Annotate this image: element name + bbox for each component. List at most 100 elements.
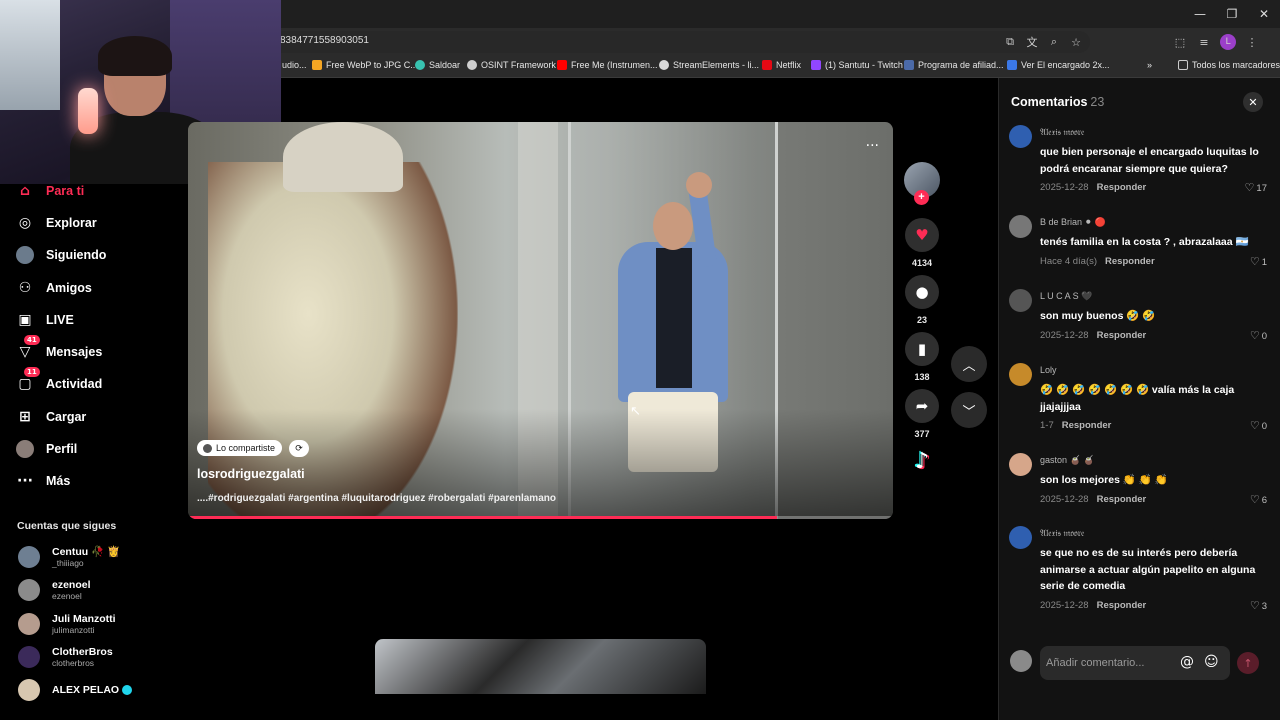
avatar: + <box>904 162 940 205</box>
creator-avatar[interactable]: + <box>904 162 940 205</box>
comment-like-button[interactable]: ♡ 6 <box>1250 493 1267 506</box>
sidebar-item-cargar[interactable]: ⊞ Cargar <box>16 408 86 426</box>
reply-button[interactable]: Responder <box>1097 494 1147 505</box>
comment-like-button[interactable]: ♡ 0 <box>1250 419 1267 432</box>
share-button[interactable]: ➦ 377 <box>904 389 940 439</box>
reply-button[interactable]: Responder <box>1097 600 1147 611</box>
following-section-title: Cuentas que sigues <box>17 520 117 532</box>
following-account[interactable]: ALEX PELAO <box>18 679 133 701</box>
following-account[interactable]: Centuu 🥀 👸 _thiiiago <box>18 546 120 568</box>
mention-icon[interactable]: @ <box>1180 654 1194 670</box>
comment-like-button[interactable]: ♡ 1 <box>1250 255 1267 268</box>
like-button[interactable]: ♥ 4134 <box>904 218 940 268</box>
tiktok-logo-icon[interactable]: ♪ <box>908 449 936 477</box>
comment-like-button[interactable]: ♡ 17 <box>1245 181 1267 194</box>
cast-icon[interactable]: ⧉ <box>1002 34 1018 50</box>
bookmark[interactable]: Netflix <box>762 60 801 70</box>
bookmarks-overflow-button[interactable]: » <box>1147 60 1152 70</box>
sidebar-item-explorar[interactable]: ◎ Explorar <box>16 214 97 232</box>
emoji-icon[interactable]: ☺ <box>1204 654 1219 670</box>
avatar[interactable] <box>1009 125 1032 148</box>
chevron-down-icon: ﹀ <box>951 392 987 428</box>
sidebar-item-amigos[interactable]: ⚇ Amigos <box>16 279 92 297</box>
bookmark[interactable]: (1) Santutu - Twitch <box>811 60 903 70</box>
comments-count: 23 <box>1090 95 1105 109</box>
following-account[interactable]: Juli Manzotti julimanzotti <box>18 613 116 635</box>
comment-meta: 2025-12-28 Responder <box>1040 182 1147 193</box>
reply-button[interactable]: Responder <box>1097 182 1147 193</box>
sidebar-item-mensajes[interactable]: ▽ 41 Mensajes <box>16 335 102 361</box>
save-button[interactable]: ▮ 138 <box>904 332 940 382</box>
star-icon[interactable]: ☆ <box>1068 34 1084 50</box>
heart-outline-icon: ♡ <box>1244 181 1255 194</box>
avatar[interactable] <box>1009 289 1032 312</box>
reply-button[interactable]: Responder <box>1097 330 1147 341</box>
window-controls: — ❐ ✕ <box>1184 0 1280 28</box>
restore-icon[interactable]: ❐ <box>1216 0 1248 28</box>
address-bar[interactable]: 8384771558903051 ⧉ 文 ⌕ ☆ <box>270 31 1090 53</box>
comment-like-button[interactable]: ♡ 0 <box>1250 329 1267 342</box>
video-caption: ....#rodriguezgalati #argentina #luquita… <box>197 493 556 504</box>
comment-button[interactable]: ● 23 <box>904 275 940 325</box>
avatar[interactable] <box>1009 526 1032 549</box>
extensions-icon[interactable]: ⬚ <box>1172 34 1188 50</box>
video-progress-bar[interactable] <box>188 516 893 519</box>
share-icon: ➦ <box>905 389 939 423</box>
comment-author[interactable]: B de Brian ⚫ 🔴 <box>1040 217 1106 228</box>
bookmark[interactable]: Ver El encargado 2x... <box>1007 60 1110 70</box>
repost-icon[interactable]: ⟳ <box>289 440 309 457</box>
close-window-icon[interactable]: ✕ <box>1248 0 1280 28</box>
bookmark[interactable]: StreamElements - li... <box>659 60 759 70</box>
comment-author[interactable]: L U C A S 🖤 <box>1040 291 1092 302</box>
follow-plus-icon[interactable]: + <box>914 190 929 205</box>
reading-list-icon[interactable]: ≡ <box>1196 34 1212 50</box>
avatar <box>1010 650 1032 672</box>
bookmark[interactable]: Free WebP to JPG C... <box>312 60 418 70</box>
translate-icon[interactable]: 文 <box>1024 34 1040 50</box>
comment-author[interactable]: 𝔄𝔩𝔢𝔵𝔦𝔰 𝔪𝔬𝔬𝔯𝔢 <box>1040 127 1084 138</box>
verified-icon <box>122 685 133 696</box>
shared-pill[interactable]: Lo compartiste <box>197 440 283 456</box>
comment-author[interactable]: gaston 🧉 🧉 <box>1040 455 1094 466</box>
sidebar-item-actividad[interactable]: ▢ 11 Actividad <box>16 367 102 393</box>
video-more-button[interactable]: ··· <box>866 138 879 154</box>
sidebar-item-mas[interactable]: ··· Más <box>16 472 70 490</box>
reply-button[interactable]: Responder <box>1062 420 1112 431</box>
comment-author[interactable]: 𝔄𝔩𝔢𝔵𝔦𝔰 𝔪𝔬𝔬𝔯𝔢 <box>1040 528 1084 539</box>
previous-video-button[interactable]: ︿ <box>951 346 987 382</box>
friends-icon: ⚇ <box>18 280 32 296</box>
sidebar-item-perfil[interactable]: Perfil <box>16 440 77 458</box>
avatar[interactable] <box>1009 363 1032 386</box>
sidebar-item-para-ti[interactable]: ⌂ Para ti <box>16 182 84 200</box>
send-comment-button[interactable]: ↑ <box>1237 652 1259 674</box>
zoom-icon[interactable]: ⌕ <box>1046 34 1062 50</box>
avatar[interactable] <box>1009 215 1032 238</box>
avatar[interactable] <box>1009 453 1032 476</box>
following-account[interactable]: ezenoel ezenoel <box>18 579 91 601</box>
sidebar-item-live[interactable]: ▣ LIVE <box>16 311 73 329</box>
close-comments-button[interactable]: ✕ <box>1243 92 1263 112</box>
sidebar-item-siguiendo[interactable]: Siguiendo <box>16 246 106 264</box>
bookmark[interactable]: Free Me (Instrumen... <box>557 60 658 70</box>
video-player[interactable]: ··· Lo compartiste ⟳ losrodriguezgalati … <box>188 122 893 519</box>
video-username[interactable]: losrodriguezgalati <box>197 467 305 481</box>
menu-kebab-icon[interactable]: ⋮ <box>1244 34 1260 50</box>
avatar <box>18 546 40 568</box>
next-video-button[interactable]: ﹀ <box>951 392 987 428</box>
minimize-icon[interactable]: — <box>1184 0 1216 28</box>
bookmark[interactable]: OSINT Framework <box>467 60 556 70</box>
webp-icon <box>312 60 322 70</box>
comment-author[interactable]: Loly <box>1040 365 1057 375</box>
comment-input[interactable] <box>1040 646 1230 680</box>
next-video-preview[interactable] <box>375 639 706 694</box>
upload-icon: ⊞ <box>19 409 31 425</box>
reply-button[interactable]: Responder <box>1105 256 1155 267</box>
all-bookmarks-button[interactable]: Todos los marcadores <box>1178 60 1280 70</box>
bookmark[interactable]: Programa de afiliad... <box>904 60 1004 70</box>
mouse-cursor-icon: ↖ <box>630 404 641 419</box>
bookmark[interactable]: udio... <box>282 60 307 70</box>
profile-avatar[interactable]: L <box>1220 34 1236 50</box>
following-account[interactable]: ClotherBros clotherbros <box>18 646 113 668</box>
comment-like-button[interactable]: ♡ 3 <box>1250 599 1267 612</box>
bookmark[interactable]: Saldoar <box>415 60 460 70</box>
